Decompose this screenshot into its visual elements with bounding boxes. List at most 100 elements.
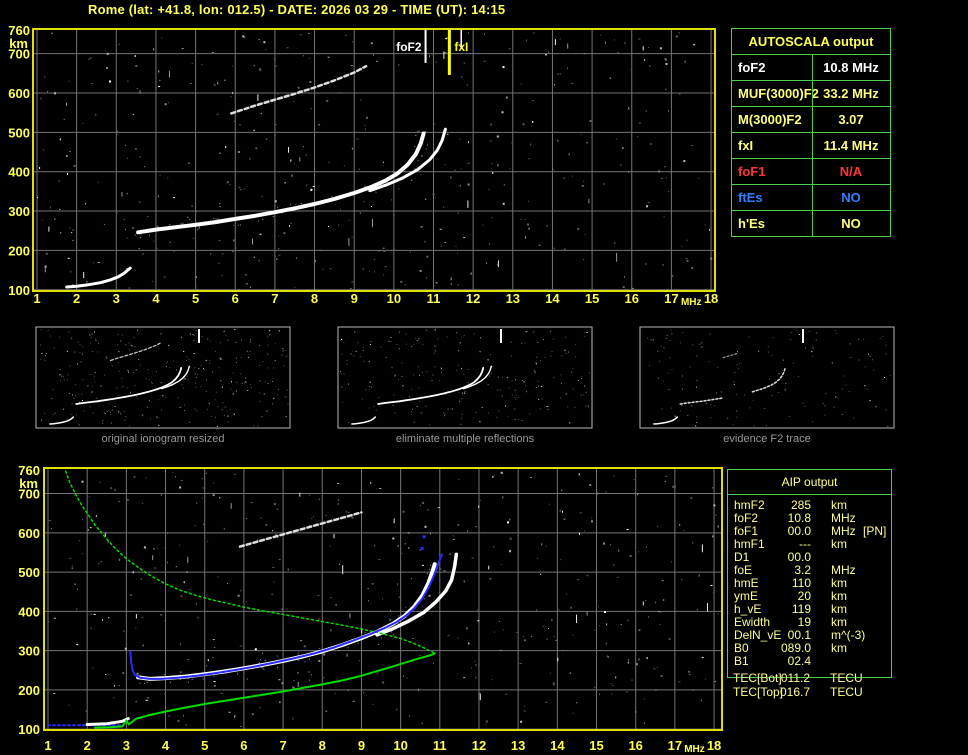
y-axis-tick-label: 300	[8, 204, 30, 219]
y-axis-unit-label: km	[9, 36, 28, 51]
autoscala-row-label: h'Es	[738, 211, 765, 236]
tec-cell: TECU	[830, 672, 863, 685]
autoscala-row-label: MUF(3000)F2	[738, 81, 819, 106]
second-hop-trace	[240, 512, 361, 546]
thumbnail-original-ionogram	[36, 327, 290, 428]
autoscala-row: foF1N/A	[732, 159, 890, 185]
tec-cell: TECU	[830, 686, 863, 699]
x-axis-tick-label: 10	[393, 738, 407, 753]
autoscala-column-divider	[812, 54, 813, 236]
grid-lines	[34, 30, 714, 290]
y-axis-tick-label: 400	[18, 604, 40, 619]
thumbnail-caption-evidence: evidence F2 trace	[647, 433, 887, 445]
x-axis-tick-label: 17	[664, 291, 678, 306]
autoscala-row-label: fxI	[738, 133, 753, 158]
autoscala-row-label: ftEs	[738, 185, 763, 210]
aip-cell: km	[831, 538, 847, 551]
x-axis-tick-label: 13	[511, 738, 525, 753]
y-axis-tick-label: 600	[8, 86, 30, 101]
x-axis-tick-label: 11	[427, 291, 441, 306]
x-axis-tick-label: 3	[123, 738, 130, 753]
autoscala-row-label: foF1	[738, 159, 765, 184]
aip-cell: B1	[734, 655, 749, 668]
autoscala-row: fxI11.4 MHz	[732, 133, 890, 159]
y-axis-tick-label: 400	[8, 165, 30, 180]
x-axis-tick-label: 18	[707, 738, 721, 753]
thumbnail-caption-eliminate: eliminate multiple reflections	[345, 433, 585, 445]
autoscala-row-label: M(3000)F2	[738, 107, 802, 132]
x-axis-tick-label: 13	[506, 291, 520, 306]
noise-dots	[47, 472, 718, 727]
second-hop-trace	[231, 66, 366, 113]
y-axis-tick-label: 200	[8, 243, 30, 258]
autoscala-row-value: 3.07	[812, 107, 890, 132]
restored-trace-blue	[130, 554, 442, 679]
y-axis-tick-label: 300	[18, 644, 40, 659]
x-axis-tick-label: 18	[704, 291, 718, 306]
autoscala-row-value: NO	[812, 211, 890, 236]
y-axis-tick-label: 100	[18, 722, 40, 737]
autoscala-app-window: Rome (lat: +41.8, lon: 012.5) - DATE: 20…	[0, 0, 968, 755]
autoscala-row: h'Es NO	[732, 211, 890, 236]
x-axis-tick-label: 16	[628, 738, 642, 753]
x-axis-tick-label: 15	[585, 291, 599, 306]
x-axis-tick-label: 15	[589, 738, 603, 753]
x-axis-unit-label: MHz	[684, 744, 705, 755]
aip-cell: [PN]	[863, 525, 886, 538]
y-axis-tick-label: 500	[8, 125, 30, 140]
autoscala-row: ftEs NO	[732, 185, 890, 211]
x-axis-tick-label: 4	[152, 291, 160, 306]
x-axis-tick-label: 1	[33, 291, 40, 306]
autoscala-table-rows: foF210.8 MHzMUF(3000)F233.2 MHzM(3000)F2…	[732, 55, 890, 236]
tec-cell: 016.7	[755, 686, 810, 699]
y-axis-tick-label: 100	[8, 283, 30, 298]
F2-trace-ordinary	[138, 134, 424, 233]
tec-top-row: TEC[Top]016.7TECU	[727, 686, 892, 699]
aip-cell: km	[831, 642, 847, 655]
x-axis-unit-label: MHz	[681, 297, 702, 308]
x-axis-tick-label: 2	[84, 738, 91, 753]
x-axis-tick-label: 5	[192, 291, 199, 306]
autoscala-row-value: 33.2 MHz	[812, 81, 890, 106]
x-axis-tick-label: 10	[387, 291, 401, 306]
F2-trace-ordinary	[138, 564, 435, 679]
x-axis-tick-label: 14	[545, 291, 560, 306]
autoscala-row: M(3000)F2 3.07	[732, 107, 890, 133]
x-axis-tick-label: 3	[113, 291, 120, 306]
x-axis-tick-label: 4	[162, 738, 170, 753]
aip-table-header: AIP output	[728, 470, 891, 495]
thumbnail-caption-original: original ionogram resized	[43, 433, 283, 445]
x-axis-tick-label: 1	[44, 738, 51, 753]
aip-row: B1 02.4	[728, 655, 891, 668]
autoscala-row: MUF(3000)F233.2 MHz	[732, 81, 890, 107]
blue-isolated-dots	[421, 535, 426, 550]
thumbnail-evidence-f2-trace	[640, 327, 894, 428]
top-ionogram-plot: foF2fxI760700600500400300200100km1234567…	[8, 23, 718, 308]
y-axis-tick-label: 500	[18, 565, 40, 580]
x-axis-tick-label: 8	[311, 291, 318, 306]
x-axis-tick-label: 14	[550, 738, 565, 753]
y-axis-tick-label: 600	[18, 526, 40, 541]
tec-bottom-row: TEC[Bot]011.2TECU	[727, 672, 892, 685]
x-axis-tick-label: 16	[625, 291, 639, 306]
x-axis-tick-label: 9	[358, 738, 365, 753]
aip-cell: 02.4	[756, 655, 811, 668]
x-axis-tick-label: 5	[201, 738, 208, 753]
aip-output-table: AIP output hmF2285kmfoF210.8MHzfoF100.0M…	[727, 469, 892, 678]
x-axis-tick-label: 6	[240, 738, 247, 753]
x-axis-tick-label: 12	[472, 738, 486, 753]
x-axis-tick-label: 9	[351, 291, 358, 306]
autoscala-table-header: AUTOSCALA output	[732, 29, 890, 55]
x-axis-tick-label: 7	[279, 738, 286, 753]
autoscala-row-value: NO	[812, 185, 890, 210]
thumbnail-multiple-reflections	[338, 327, 592, 428]
F2-trace-extraordinary	[377, 554, 456, 635]
autoscala-row-label: foF2	[738, 55, 765, 80]
autoscala-output-table: AUTOSCALA output foF2 10.8 MHzMUF(3000)F2…	[731, 28, 891, 237]
y-axis-tick-label: 200	[18, 683, 40, 698]
autoscala-row-value: 10.8 MHz	[812, 55, 890, 80]
tec-cell: 011.2	[755, 672, 810, 685]
x-axis-tick-label: 2	[73, 291, 80, 306]
x-axis-tick-label: 7	[271, 291, 278, 306]
foF2-marker-label: foF2	[396, 40, 422, 54]
